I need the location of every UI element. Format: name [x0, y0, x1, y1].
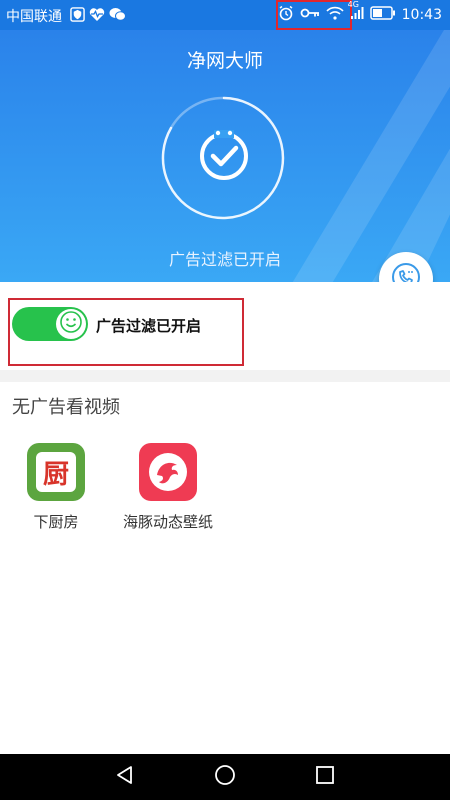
app-name: 海豚动态壁纸 — [122, 513, 213, 531]
ad-filter-toggle[interactable] — [12, 307, 88, 341]
shield-icon — [70, 7, 85, 26]
recents-square-icon — [314, 764, 336, 790]
smiley-icon — [59, 310, 83, 338]
heart-pulse-icon — [89, 7, 105, 26]
back-triangle-icon — [114, 764, 136, 790]
app-title: 净网大师 — [186, 50, 263, 72]
header-panel: 净网大师 广告过滤已开启 — [0, 30, 450, 282]
home-circle-icon — [214, 764, 236, 790]
section-divider — [0, 370, 450, 382]
wifi-icon — [326, 6, 344, 24]
shield-status-ring — [161, 96, 285, 220]
navigation-bar — [0, 754, 450, 800]
status-bar: 中国联通 4G 10:43 — [0, 0, 450, 30]
clock-time: 10:43 — [401, 7, 442, 23]
vpn-key-icon — [300, 7, 320, 23]
battery-icon — [369, 6, 396, 24]
app-name: 下厨房 — [33, 513, 79, 531]
recents-button[interactable] — [305, 762, 345, 792]
section-title: 无广告看视频 — [12, 397, 120, 418]
back-button[interactable] — [105, 762, 145, 792]
check-icon — [200, 130, 248, 180]
dolphin-icon — [139, 443, 197, 501]
ad-filter-row: 广告过滤已开启 — [0, 282, 450, 370]
xiachufang-icon-char: 厨 — [42, 459, 69, 490]
xiachufang-icon: 厨 — [27, 443, 85, 501]
app-dolphin-wallpaper[interactable]: 海豚动态壁纸 — [120, 443, 216, 532]
toggle-label: 广告过滤已开启 — [96, 317, 202, 335]
network-type-label: 4G — [347, 0, 359, 9]
carrier-label: 中国联通 — [6, 9, 62, 25]
alarm-icon — [278, 5, 294, 25]
status-right-icons: 4G 10:43 — [278, 0, 442, 25]
wechat-icon — [109, 7, 126, 26]
home-button[interactable] — [205, 762, 245, 792]
toggle-knob — [56, 309, 86, 339]
notification-icons — [70, 7, 126, 26]
cell-signal-icon: 4G — [348, 0, 364, 24]
app-xiachufang[interactable]: 厨 下厨房 — [24, 443, 88, 532]
